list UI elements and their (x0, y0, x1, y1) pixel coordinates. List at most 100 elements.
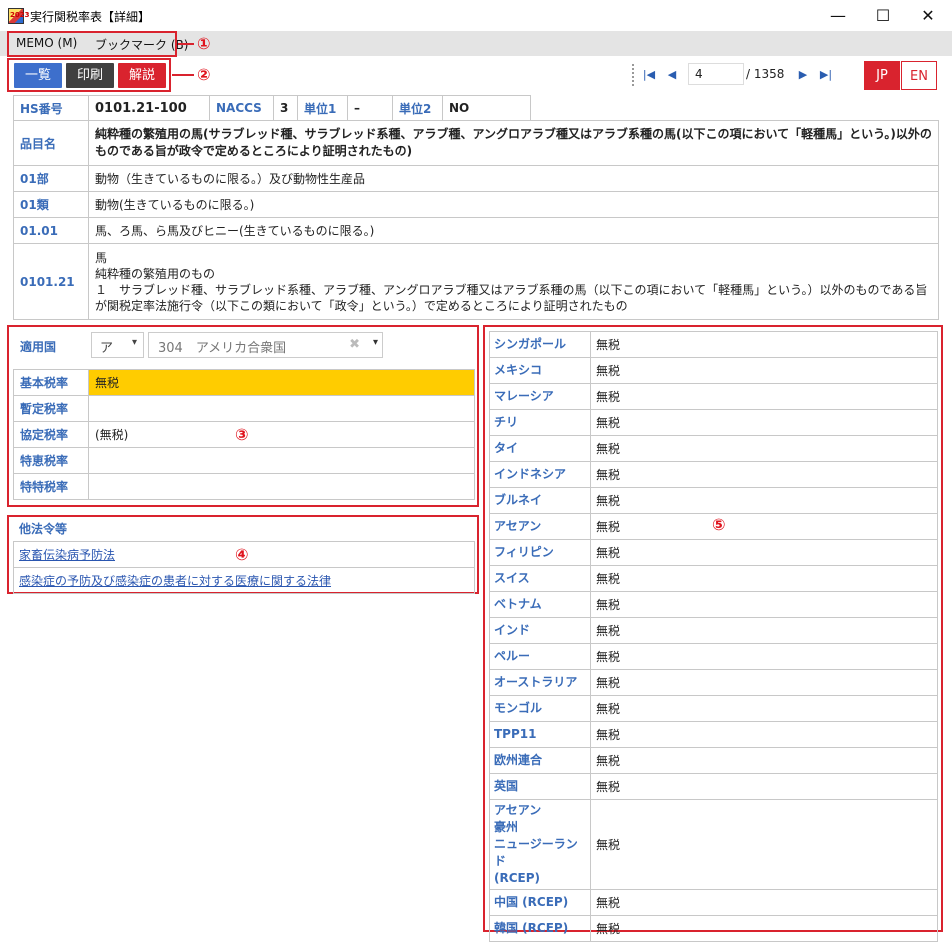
epa-rate-value: 無税 (590, 889, 938, 916)
app-icon: 2023 (8, 8, 29, 24)
table-row: モンゴル 無税 (489, 695, 938, 722)
table-row: アセアン 豪州 ニュージーランド (RCEP) 無税 (489, 799, 938, 890)
callout-box-1 (7, 31, 177, 57)
epa-rate-value: 無税 (590, 773, 938, 800)
callout-4: ④ (235, 545, 249, 564)
rate-value-ldc (88, 473, 475, 500)
header-spacer (530, 95, 939, 121)
epa-country-label: アセアン 豪州 ニュージーランド (RCEP) (489, 799, 591, 890)
clear-icon[interactable]: ✖ (349, 337, 360, 352)
table-row: TPP11 無税 (489, 721, 938, 748)
rate-label-ldc: 特特税率 (13, 473, 89, 500)
kana-select[interactable]: ア ▾ (91, 332, 144, 358)
chevron-down-icon: ▾ (131, 337, 137, 348)
explain-button[interactable]: 解説 (118, 63, 166, 88)
epa-country-label: ブルネイ (489, 487, 591, 514)
laws-title: 他法令等 (19, 522, 68, 536)
table-row: インドネシア 無税 (489, 461, 938, 488)
epa-rate-value: 無税 (590, 721, 938, 748)
table-row: タイ 無税 (489, 435, 938, 462)
epa-rate-value: 無税 (590, 461, 938, 488)
unit1-value: – (347, 95, 393, 121)
section-value: 動物（生きているものに限る。）及び動物性生産品 (88, 165, 939, 192)
epa-rate-value: 無税 (590, 591, 938, 618)
epa-country-label: タイ (489, 435, 591, 462)
maximize-button[interactable]: ☐ (860, 0, 906, 31)
item-name-value: 純粋種の繁殖用の馬(サラブレッド種、サラブレッド系種、アラブ種、アングロアラブ種… (88, 120, 939, 166)
chapter-label: 01類 (13, 191, 89, 218)
window-title: 実行関税率表【詳細】 (30, 10, 151, 24)
table-row: マレーシア 無税 (489, 383, 938, 410)
naccs-value: 3 (273, 95, 298, 121)
rate-label-provisional: 暫定税率 (13, 395, 89, 422)
callout-line-1 (178, 43, 194, 45)
subheading-line-1: 馬 (95, 250, 108, 265)
epa-country-label: シンガポール (489, 331, 591, 358)
epa-rate-value: 無税 (590, 565, 938, 592)
epa-country-label: 韓国 (RCEP) (489, 915, 591, 942)
chapter-value: 動物(生きているものに限る。) (88, 191, 939, 218)
next-page-icon[interactable]: ▶ (795, 64, 811, 86)
epa-country-label: スイス (489, 565, 591, 592)
epa-rates: シンガポール 無税 メキシコ 無税 マレーシア 無税 チリ 無税 タイ 無税 インドネシア 無税 ブルネ… (489, 331, 938, 942)
title-bar: 2023 実行関税率表【詳細】 — ☐ ✕ (0, 0, 952, 31)
epa-country-label: モンゴル (489, 695, 591, 722)
epa-rate-value: 無税 (590, 747, 938, 774)
epa-country-label: インド (489, 617, 591, 644)
unit1-label: 単位1 (297, 95, 348, 121)
first-page-icon[interactable]: |◀ (641, 64, 657, 86)
law-link-infectious[interactable]: 感染症の予防及び感染症の患者に対する医療に関する法律 (19, 574, 331, 588)
table-row: シンガポール 無税 (489, 331, 938, 358)
law-link-livestock[interactable]: 家畜伝染病予防法 (19, 548, 115, 562)
epa-rate-value: 無税 (590, 487, 938, 514)
naccs-label: NACCS (209, 95, 274, 121)
close-button[interactable]: ✕ (905, 0, 951, 31)
epa-country-label: インドネシア (489, 461, 591, 488)
epa-rate-value: 無税 (590, 669, 938, 696)
list-button[interactable]: 一覧 (14, 63, 62, 88)
table-row: 中国 (RCEP) 無税 (489, 889, 938, 916)
table-row: フィリピン 無税 (489, 539, 938, 566)
country-select[interactable]: 304 アメリカ合衆国 ✖ ▾ (148, 332, 383, 358)
callout-5: ⑤ (712, 515, 726, 534)
epa-rate-value: 無税 (590, 539, 938, 566)
item-info-table: HS番号 0101.21-100 NACCS 3 単位1 – 単位2 NO 品目… (13, 95, 939, 320)
table-row: オーストラリア 無税 (489, 669, 938, 696)
epa-country-label: 中国 (RCEP) (489, 889, 591, 916)
epa-rate-value: 無税 (590, 617, 938, 644)
epa-rates-table: シンガポール 無税 メキシコ 無税 マレーシア 無税 チリ 無税 タイ 無税 インドネシア 無税 ブルネ… (489, 331, 938, 942)
table-row: スイス 無税 (489, 565, 938, 592)
last-page-icon[interactable]: ▶| (818, 64, 834, 86)
rate-value-gsp (88, 447, 475, 474)
rate-value-basic: 無税 (88, 369, 475, 396)
epa-rate-value: 無税 (590, 435, 938, 462)
table-row: 韓国 (RCEP) 無税 (489, 915, 938, 942)
subheading-line-2: 純粋種の繁殖用のもの (95, 266, 216, 281)
country-label: 適用国 (20, 340, 57, 354)
rate-label-wto: 協定税率 (13, 421, 89, 448)
epa-rate-value: 無税 (590, 915, 938, 942)
section-label: 01部 (13, 165, 89, 192)
lang-jp-button[interactable]: JP (864, 61, 900, 90)
rate-label-gsp: 特恵税率 (13, 447, 89, 474)
subheading-line-3: １ サラブレッド種、サラブレッド系種、アラブ種、アングロアラブ種又はアラブ系種の… (95, 282, 928, 313)
epa-country-label: オーストラリア (489, 669, 591, 696)
hs-value: 0101.21-100 (88, 95, 210, 121)
minimize-button[interactable]: — (815, 0, 861, 31)
heading-value: 馬、ろ馬、ら馬及びヒニー(生きているものに限る。) (88, 217, 939, 244)
epa-rate-value: 無税 (590, 357, 938, 384)
callout-3: ③ (235, 425, 249, 444)
prev-page-icon[interactable]: ◀ (664, 64, 680, 86)
law-item: 感染症の予防及び感染症の患者に対する医療に関する法律 (13, 567, 475, 594)
page-input[interactable]: 4 (688, 63, 744, 85)
epa-rate-value: 無税 (590, 409, 938, 436)
table-row: メキシコ 無税 (489, 357, 938, 384)
heading-label: 01.01 (13, 217, 89, 244)
table-row: インド 無税 (489, 617, 938, 644)
lang-en-button[interactable]: EN (901, 61, 937, 90)
rate-value-provisional (88, 395, 475, 422)
epa-country-label: ベトナム (489, 591, 591, 618)
print-button[interactable]: 印刷 (66, 63, 114, 88)
kana-value: ア (100, 341, 114, 356)
table-row: ペルー 無税 (489, 643, 938, 670)
